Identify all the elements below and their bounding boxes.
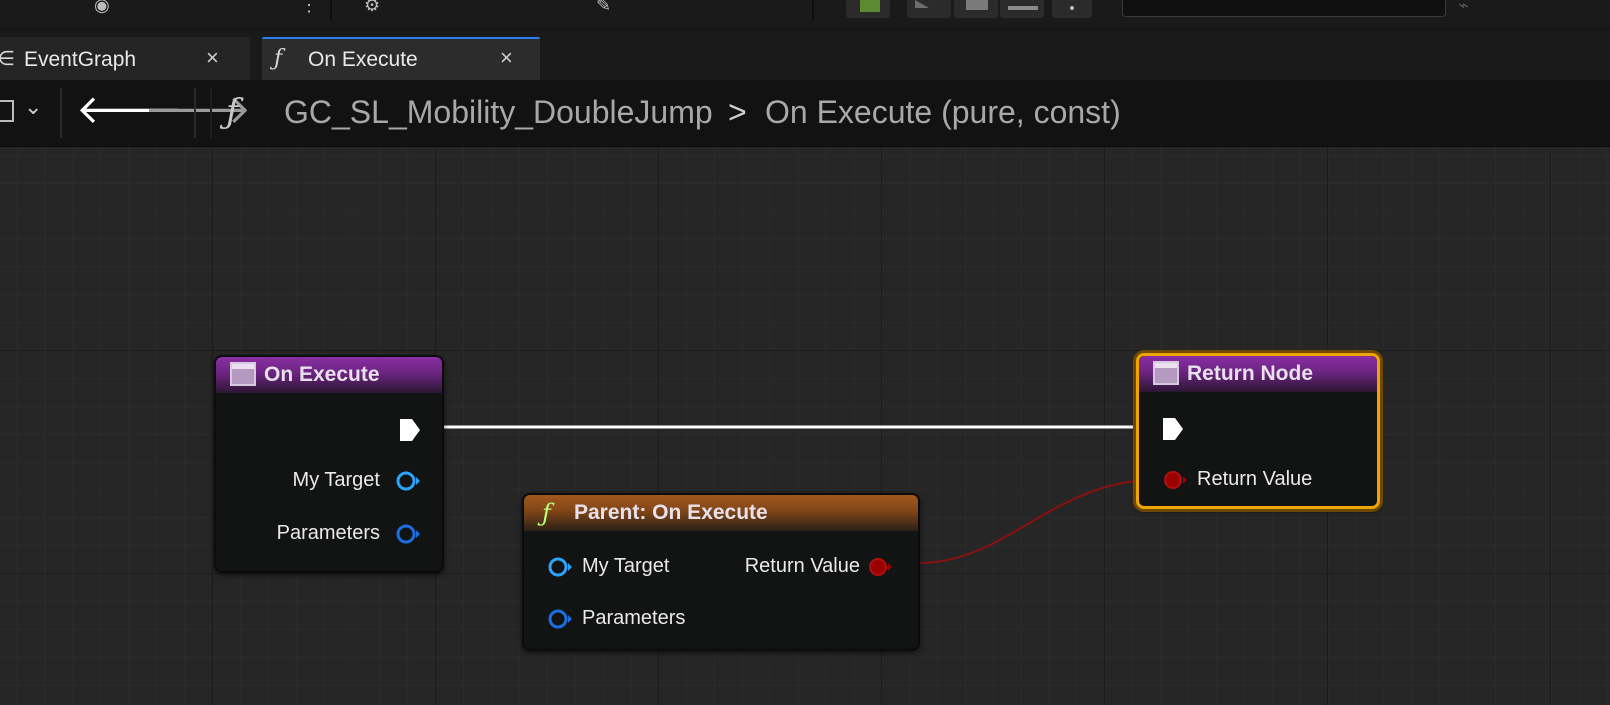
event-node-icon	[230, 362, 256, 386]
return-value-in-pin[interactable]	[1161, 468, 1189, 492]
on-execute-entry-node[interactable]: On Execute My Target Parameters	[214, 355, 444, 573]
eject-button[interactable]	[1000, 0, 1044, 18]
close-icon[interactable]: ×	[500, 45, 513, 71]
pin-label-return-value: Return Value	[1197, 468, 1313, 490]
return-value-out-pin[interactable]	[866, 555, 894, 579]
tab-label: On Execute	[308, 48, 418, 71]
my-target-out-pin[interactable]	[394, 469, 422, 493]
pin-label-my-target: My Target	[292, 469, 380, 491]
pin-label-my-target: My Target	[582, 555, 670, 577]
function-icon: ƒ	[542, 499, 551, 527]
settings-eye-icon[interactable]: ◉	[94, 0, 110, 16]
exec-in-pin[interactable]	[1161, 416, 1185, 442]
stop-button[interactable]	[954, 0, 998, 18]
parameters-in-pin[interactable]	[546, 607, 574, 631]
step-button[interactable]	[907, 0, 951, 18]
node-header: ƒ Parent: On Execute	[524, 495, 918, 531]
breadcrumb-divider	[194, 88, 196, 138]
document-tabs: ⋲ EventGraph × ƒ On Execute ×	[0, 30, 1610, 80]
breadcrumb-blueprint[interactable]: GC_SL_Mobility_DoubleJump	[284, 94, 713, 131]
pin-label-return-value: Return Value	[744, 555, 860, 577]
node-header: On Execute	[216, 357, 442, 393]
node-title: Parent: On Execute	[574, 501, 768, 524]
exec-out-pin[interactable]	[398, 417, 422, 443]
debug-object-dropdown[interactable]	[1122, 0, 1446, 17]
play-options-button[interactable]	[1052, 0, 1092, 18]
breadcrumb-bar: ⌄ 🡐 🡒 ƒ GC_SL_Mobility_DoubleJump > On E…	[0, 80, 1610, 147]
parameters-out-pin[interactable]	[394, 522, 422, 546]
my-target-in-pin[interactable]	[546, 555, 574, 579]
debug-filter-icon[interactable]: ⌁	[1458, 0, 1469, 16]
class-defaults-icon[interactable]: ✎	[596, 0, 611, 16]
tab-on-execute[interactable]: ƒ On Execute ×	[262, 37, 540, 80]
return-node-icon	[1153, 361, 1179, 385]
top-toolbar: ◉ ⋮ ⚙ ✎ ⌁	[0, 0, 1610, 28]
toolbar-divider	[812, 0, 814, 20]
class-settings-icon[interactable]: ⚙	[364, 0, 380, 16]
breadcrumb-function[interactable]: On Execute (pure, const)	[765, 94, 1121, 131]
node-title: On Execute	[264, 363, 380, 386]
breadcrumb-divider	[60, 88, 62, 138]
pin-label-parameters: Parameters	[582, 607, 686, 629]
graph-canvas[interactable]: On Execute My Target Parameters ƒ Parent…	[0, 147, 1610, 705]
bookmark-icon[interactable]	[0, 100, 14, 122]
more-options-icon[interactable]: ⋮	[300, 0, 318, 16]
chevron-right-icon: >	[728, 94, 747, 130]
tab-eventgraph[interactable]: ⋲ EventGraph ×	[0, 37, 250, 80]
graph-icon: ⋲	[0, 46, 14, 70]
return-node[interactable]: Return Node Return Value	[1136, 353, 1380, 509]
function-icon: ƒ	[274, 46, 283, 71]
play-button[interactable]	[846, 0, 890, 18]
toolbar-divider	[330, 0, 332, 20]
close-icon[interactable]: ×	[206, 45, 219, 71]
node-title: Return Node	[1187, 362, 1313, 385]
parent-on-execute-node[interactable]: ƒ Parent: On Execute My Target Return Va…	[522, 493, 920, 651]
function-icon: ƒ	[226, 92, 239, 132]
breadcrumb-divider	[210, 88, 212, 138]
node-header: Return Node	[1139, 356, 1377, 392]
pin-label-parameters: Parameters	[276, 522, 380, 544]
chevron-down-icon[interactable]: ⌄	[24, 94, 42, 120]
tab-label: EventGraph	[24, 48, 137, 71]
return-value-wire[interactable]	[917, 478, 1165, 564]
